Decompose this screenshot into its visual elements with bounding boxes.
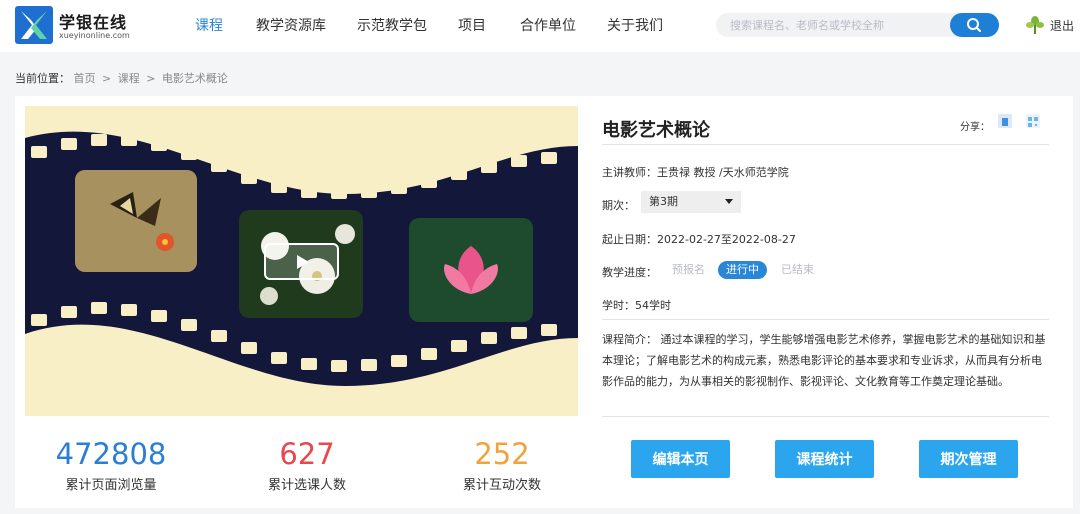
nav-courses[interactable]: 课程 xyxy=(195,15,223,35)
course-title: 电影艺术概论 xyxy=(602,120,710,141)
breadcrumb-separator: > xyxy=(146,72,156,85)
share-qrcode-icon[interactable] xyxy=(1026,114,1040,128)
share-label: 分享： xyxy=(960,122,990,133)
stat-value: 472808 xyxy=(55,437,167,471)
stat-value: 627 xyxy=(279,437,335,471)
progress-ended: 已结束 xyxy=(781,263,814,276)
stat-label: 累计页面浏览量 xyxy=(65,478,157,493)
play-icon xyxy=(297,255,309,269)
course-video[interactable] xyxy=(25,106,578,416)
nav-about-us[interactable]: 关于我们 xyxy=(607,15,663,35)
stats-panel: 472808 累计页面浏览量 627 累计选课人数 252 累计互动次数 xyxy=(15,426,588,506)
course-description: 课程简介： 通过本课程的学习，学生能够增强电影艺术修养，掌握电影艺术的基础知识和… xyxy=(602,333,1046,388)
nav-projects[interactable]: 项目 xyxy=(458,15,486,35)
period-management-button[interactable]: 期次管理 xyxy=(919,440,1018,478)
logo-url: xueyinonline.com xyxy=(59,31,130,40)
period-select[interactable]: 第3期 xyxy=(641,191,741,213)
breadcrumb-current: 电影艺术概论 xyxy=(161,72,228,85)
period-value: 第3期 xyxy=(649,195,678,208)
course-card: 472808 累计页面浏览量 627 累计选课人数 252 累计互动次数 电影艺… xyxy=(15,96,1073,508)
date-range: 起止日期：2022-02-27至2022-08-27 xyxy=(602,233,796,246)
course-hours: 学时：54学时 xyxy=(602,299,671,312)
breadcrumb-separator: > xyxy=(102,72,112,85)
logout-link[interactable]: 退出 xyxy=(1050,17,1074,34)
stat-enrollments: 627 累计选课人数 xyxy=(227,436,387,493)
divider xyxy=(602,319,1049,320)
course-info: 电影艺术概论 分享： 主讲教师：王贵禄 教授 /天水师范学院 期次： 第3期 起… xyxy=(602,96,1052,508)
nav-teaching-resources[interactable]: 教学资源库 xyxy=(256,15,326,35)
stat-label: 累计选课人数 xyxy=(267,478,346,493)
share-doc-icon[interactable] xyxy=(998,114,1012,128)
top-header: 学银在线 xueyinonline.com 课程 教学资源库 示范教学包 项目 … xyxy=(0,0,1080,52)
edit-page-button[interactable]: 编辑本页 xyxy=(631,440,730,478)
avatar-plant-icon xyxy=(1026,16,1044,34)
play-button[interactable] xyxy=(264,243,339,280)
logo-x-icon xyxy=(15,6,53,44)
search-button[interactable] xyxy=(950,13,999,37)
teacher-info: 主讲教师：王贵禄 教授 /天水师范学院 xyxy=(602,166,789,179)
progress-label: 教学进度： xyxy=(602,266,657,279)
logo-title: 学银在线 xyxy=(59,13,128,32)
stat-label: 累计互动次数 xyxy=(462,478,541,493)
stat-page-views: 472808 累计页面浏览量 xyxy=(31,436,191,493)
course-stats-button[interactable]: 课程统计 xyxy=(775,440,874,478)
search-input[interactable] xyxy=(730,13,940,37)
stat-value: 252 xyxy=(474,437,530,471)
search-icon xyxy=(967,18,981,32)
period-row: 期次： 第3期 xyxy=(602,191,741,213)
nav-partners[interactable]: 合作单位 xyxy=(520,15,576,35)
site-logo[interactable]: 学银在线 xueyinonline.com xyxy=(15,6,140,46)
search-bar xyxy=(716,13,999,37)
progress-pre-registration: 预报名 xyxy=(672,263,705,276)
period-label: 期次： xyxy=(602,199,635,212)
user-avatar[interactable] xyxy=(1024,14,1046,36)
breadcrumb: 当前位置： 首页 > 课程 > 电影艺术概论 xyxy=(15,70,228,86)
breadcrumb-label: 当前位置： xyxy=(15,72,70,85)
divider xyxy=(602,144,1049,145)
progress-row: 教学进度： 预报名 进行中 已结束 xyxy=(602,261,814,280)
breadcrumb-home[interactable]: 首页 xyxy=(74,72,96,85)
stat-interactions: 252 累计互动次数 xyxy=(422,436,582,493)
divider xyxy=(602,416,1049,417)
nav-demo-packages[interactable]: 示范教学包 xyxy=(357,15,427,35)
chevron-down-icon xyxy=(725,199,733,204)
breadcrumb-courses[interactable]: 课程 xyxy=(118,72,140,85)
progress-in-progress: 进行中 xyxy=(718,261,767,279)
